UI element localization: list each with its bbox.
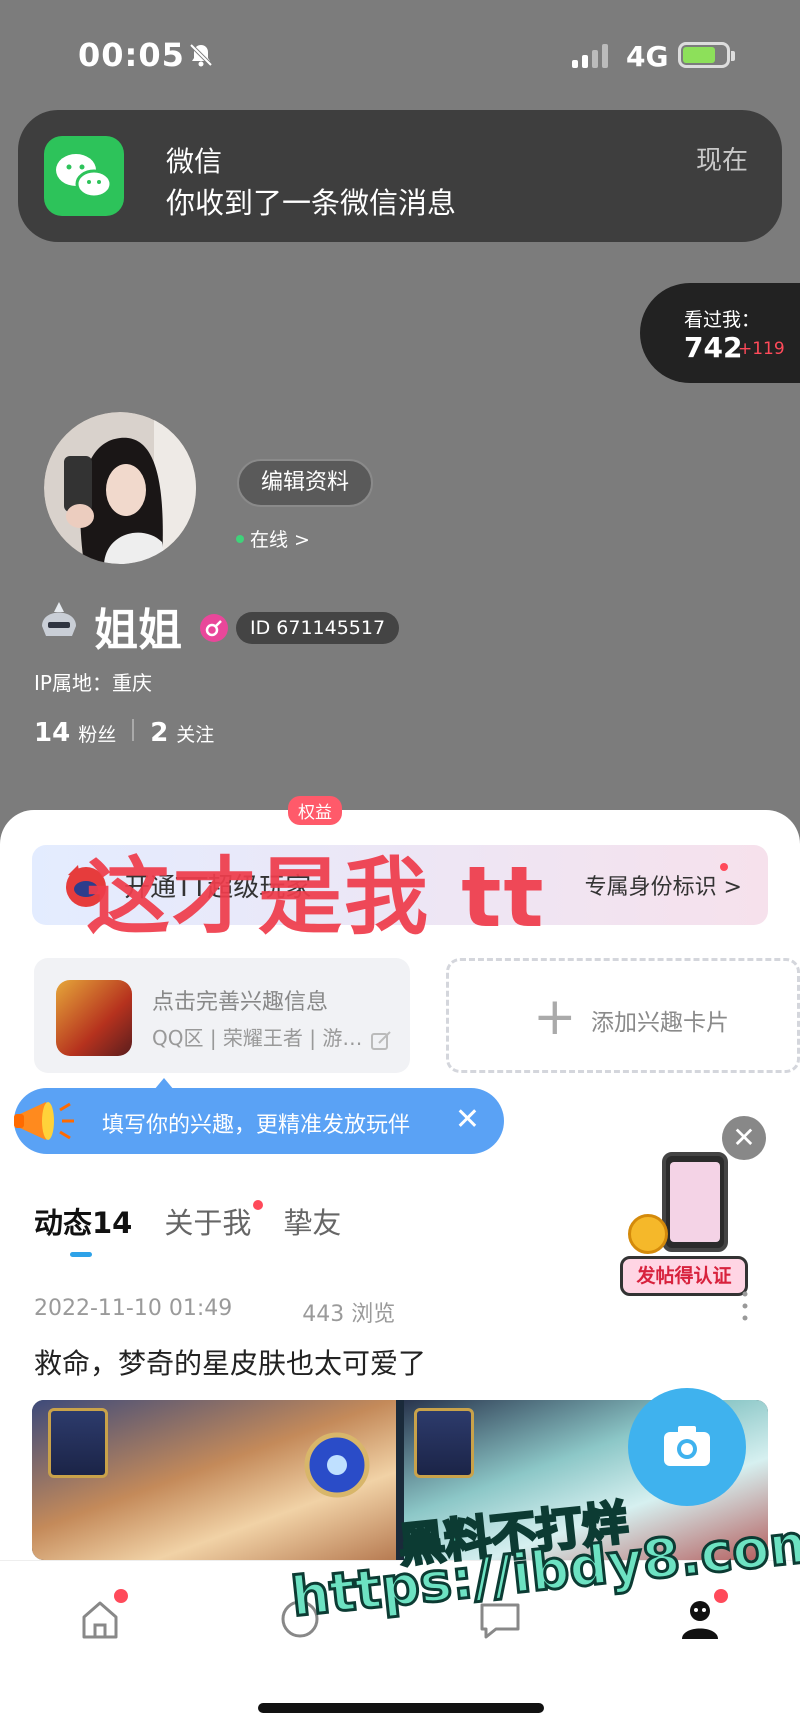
user-name: 姐姐 <box>94 605 182 656</box>
notification-time: 现在 <box>695 146 748 176</box>
avatar[interactable] <box>44 412 196 564</box>
network-type: 4G <box>626 40 669 73</box>
close-icon[interactable]: ✕ <box>455 1102 480 1138</box>
game-icon <box>56 980 132 1056</box>
following-count[interactable]: 2 <box>150 718 168 748</box>
interest-title: 点击完善兴趣信息 <box>152 990 329 1015</box>
gender-icon <box>200 614 228 642</box>
profile-notification-dot <box>714 1589 728 1603</box>
rank-helmet-icon <box>42 602 76 636</box>
post-meta: 2022-11-10 01:49 443 浏览 <box>34 1296 395 1328</box>
add-interest-card-button[interactable]: + 添加兴趣卡片 <box>446 958 800 1073</box>
status-bar: 00:05 4G <box>0 0 800 110</box>
tab-friends-label: 挚友 <box>283 1206 342 1240</box>
post-text: 救命，梦奇的星皮肤也太可爱了 <box>34 1347 427 1380</box>
frame-badge-icon <box>48 1408 108 1478</box>
tab-about-label: 关于我 <box>164 1206 252 1240</box>
camera-icon <box>664 1426 710 1466</box>
status-time: 00:05 <box>78 36 185 74</box>
signal-icon <box>572 44 608 68</box>
post-date: 2022-11-10 01:49 <box>34 1296 233 1321</box>
viewed-me-delta: +119 <box>738 339 785 359</box>
follow-stats: 14 粉丝 2 关注 <box>34 718 214 748</box>
wechat-notification[interactable]: 微信 你收到了一条微信消息 现在 <box>18 110 782 242</box>
home-indicator <box>258 1703 544 1713</box>
notification-app: 微信 <box>166 145 223 178</box>
frame-badge-icon <box>414 1408 474 1478</box>
tab-moments-label: 动态14 <box>34 1206 133 1240</box>
wechat-icon <box>44 136 124 216</box>
edit-profile-button[interactable]: 编辑资料 <box>237 459 373 507</box>
tab-about-me[interactable]: 关于我 <box>164 1200 264 1242</box>
tab-close-friends[interactable]: 挚友 <box>283 1200 341 1242</box>
interest-tooltip[interactable]: 填写你的兴趣，更精准发放玩伴 ✕ <box>14 1078 504 1154</box>
more-icon[interactable] <box>742 1290 748 1322</box>
post-views: 443 浏览 <box>302 1302 396 1327</box>
fans-label[interactable]: 粉丝 <box>78 720 116 747</box>
user-id[interactable]: ID 671145517 <box>236 612 400 644</box>
battery-icon <box>678 42 735 68</box>
tooltip-arrow <box>154 1078 174 1090</box>
megaphone-icon <box>14 1102 74 1140</box>
fans-count[interactable]: 14 <box>34 718 70 748</box>
add-interest-label: 添加兴趣卡片 <box>591 1010 729 1036</box>
post-image[interactable] <box>32 1400 396 1560</box>
star-orb-icon <box>304 1432 370 1498</box>
edit-icon[interactable] <box>370 1030 392 1052</box>
ip-location: IP属地：重庆 <box>34 671 152 695</box>
following-label[interactable]: 关注 <box>176 720 214 747</box>
online-label: 在线 > <box>250 529 310 551</box>
divider <box>132 719 135 741</box>
interest-card[interactable]: 点击完善兴趣信息 QQ区 | 荣耀王者 | 游… <box>34 958 410 1073</box>
tab-active-indicator <box>70 1252 92 1257</box>
post-certification-promo[interactable]: 发帖得认证 <box>620 1152 748 1298</box>
camera-button[interactable] <box>628 1388 746 1506</box>
profile-tabs: 动态14 关于我 挚友 <box>34 1200 373 1257</box>
benefits-badge: 权益 <box>288 796 342 825</box>
overlay-caption: 这才是我 tt <box>86 848 546 946</box>
tooltip-text: 填写你的兴趣，更精准发放玩伴 <box>102 1113 411 1138</box>
bell-muted-icon <box>189 43 213 67</box>
online-dot <box>236 534 244 543</box>
promo-label: 发帖得认证 <box>620 1256 748 1296</box>
viewed-me-count: 742 <box>684 331 743 364</box>
home-notification-dot <box>114 1589 128 1603</box>
interest-subtitle: QQ区 | 荣耀王者 | 游… <box>152 1026 363 1050</box>
online-status[interactable]: 在线 > <box>236 525 310 552</box>
viewed-me-badge[interactable]: 看过我： 742 +119 <box>640 283 800 383</box>
viewed-me-label: 看过我： <box>684 309 761 331</box>
tab-moments[interactable]: 动态14 <box>34 1200 133 1257</box>
vip-identity-link[interactable]: 专属身份标识 > <box>585 869 742 901</box>
phone-illustration <box>662 1152 728 1252</box>
plus-icon: + <box>533 987 577 1047</box>
notification-message: 你收到了一条微信消息 <box>166 186 457 220</box>
coin-icon <box>628 1214 668 1254</box>
tab-notification-dot <box>253 1200 264 1210</box>
